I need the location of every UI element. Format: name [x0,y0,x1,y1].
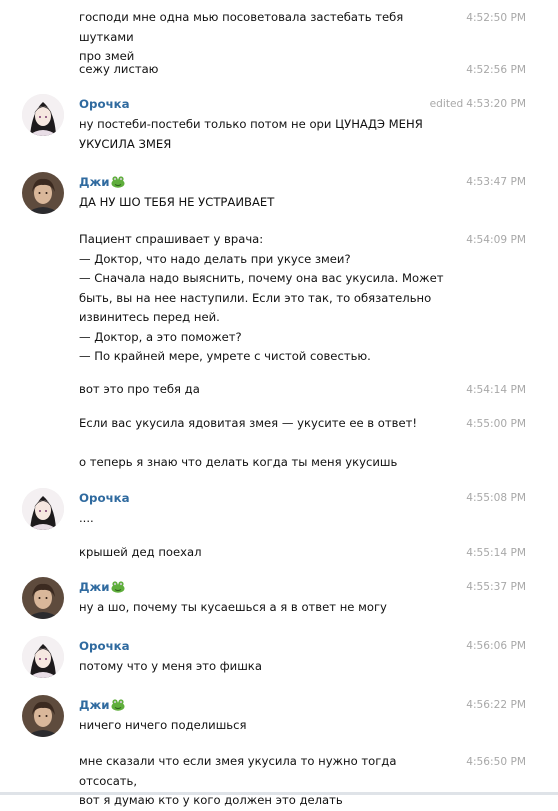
avatar-image-jee [22,577,64,619]
message-text: ничего ничего поделишься [79,718,247,732]
avatar-image-jee [22,172,64,214]
avatar[interactable] [22,695,64,737]
message-timestamp[interactable]: 4:52:56 PM [406,63,526,77]
message-timestamp[interactable]: 4:54:14 PM [406,383,526,397]
message-text: о теперь я знаю что делать когда ты меня… [79,455,398,469]
message-with-author: Орочка 4:55:08 PM .... [0,488,558,530]
message: Пациент спрашивает у врача: — Доктор, чт… [0,230,558,368]
message: Если вас укусила ядовитая змея — укусите… [0,414,558,434]
message: сежу листаю 4:52:56 PM [0,60,558,80]
message-timestamp[interactable]: 4:55:37 PM [406,580,526,594]
edited-label: edited [429,98,464,110]
message-timestamp[interactable]: 4:56:22 PM [406,698,526,712]
message: вот это про тебя да 4:54:14 PM [0,380,558,400]
message-with-author: Орочка edited 4:53:20 PM ну постеби-посте… [0,94,558,154]
message: мне сказали что если змея укусила то нуж… [0,752,558,807]
message-text: господи мне одна мью посоветовала застеб… [79,10,404,63]
frog-emoji-icon [111,176,125,191]
message-timestamp[interactable]: 4:54:09 PM [406,233,526,247]
message-timestamp[interactable]: edited 4:53:20 PM [406,97,526,111]
message-with-author: Джи 4:53:47 PM ДА НУ ШО ТЕБЯ НЕ УСТРАИВА… [0,172,558,216]
message-timestamp[interactable]: 4:52:50 PM [406,11,526,25]
author-name[interactable]: Орочка [79,97,130,111]
message-with-author: Орочка 4:56:06 PM потому что у меня это … [0,636,558,680]
message-text: мне сказали что если змея укусила то нуж… [79,754,397,807]
message-text: Если вас укусила ядовитая змея — укусите… [79,416,418,430]
avatar[interactable] [22,577,64,619]
message: о теперь я знаю что делать когда ты меня… [0,453,558,473]
author-name[interactable]: Джи [79,175,125,191]
author-name[interactable]: Орочка [79,639,130,653]
message-text: потому что у меня это фишка [79,659,262,673]
author-name[interactable]: Джи [79,698,125,714]
timestamp-value: 4:53:20 PM [466,98,526,110]
message: господи мне одна мью посоветовала застеб… [0,8,558,63]
message-text: .... [79,511,94,525]
message-text: вот это про тебя да [79,382,200,396]
message-with-author: Джи 4:56:22 PM ничего ничего поделишься [0,695,558,739]
message-timestamp[interactable]: 4:55:08 PM [406,491,526,505]
author-name[interactable]: Орочка [79,491,130,505]
message: крышей дед поехал 4:55:14 PM [0,543,558,563]
avatar[interactable] [22,488,64,530]
message-text: крышей дед поехал [79,545,202,559]
frog-emoji-icon [111,699,125,714]
avatar[interactable] [22,172,64,214]
avatar-image-jee [22,695,64,737]
avatar[interactable] [22,636,64,678]
chat-history: господи мне одна мью посоветовала застеб… [0,0,558,807]
author-name-text: Джи [79,580,110,594]
message-text: ну постеби-постеби только потом не ори Ц… [79,117,423,151]
message-text: ДА НУ ШО ТЕБЯ НЕ УСТРАИВАЕТ [79,195,275,209]
message-timestamp[interactable]: 4:56:50 PM [406,755,526,769]
avatar-image-orochka [22,636,64,678]
message-text: сежу листаю [79,62,159,76]
avatar-image-orochka [22,488,64,530]
message-text: ну а шо, почему ты кусаешься а я в ответ… [79,600,387,614]
author-name-text: Джи [79,175,110,189]
message-timestamp[interactable]: 4:55:00 PM [406,417,526,431]
message-text: Пациент спрашивает у врача: — Доктор, чт… [79,232,444,363]
avatar-image-orochka [22,94,64,136]
message-timestamp[interactable]: 4:55:14 PM [406,546,526,560]
author-name[interactable]: Джи [79,580,125,596]
message-with-author: Джи 4:55:37 PM ну а шо, почему ты кусаеш… [0,577,558,621]
message-timestamp[interactable]: 4:53:47 PM [406,175,526,189]
avatar[interactable] [22,94,64,136]
author-name-text: Джи [79,698,110,712]
message-timestamp[interactable]: 4:56:06 PM [406,639,526,653]
frog-emoji-icon [111,581,125,596]
